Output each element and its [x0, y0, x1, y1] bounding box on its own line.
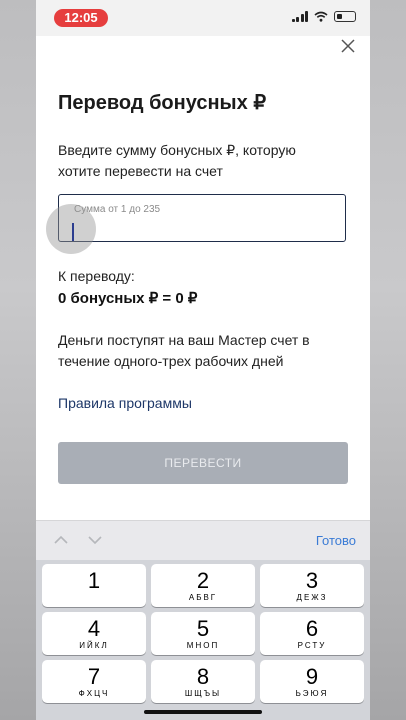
dialog-description: Введите сумму бонусных ₽, которую хотите… — [58, 142, 296, 179]
text-caret — [72, 223, 74, 241]
wifi-icon — [314, 11, 328, 22]
transfer-button[interactable]: ПЕРЕВЕСТИ — [58, 442, 348, 484]
status-bar: 12:05 — [36, 0, 370, 36]
key-6[interactable]: 6 РСТУ — [260, 612, 364, 655]
status-time: 12:05 — [54, 9, 108, 27]
key-1[interactable]: 1 — [42, 564, 146, 607]
phone-screen: 12:05 Перевод бонусных ₽ Введите сумму б… — [36, 0, 370, 720]
home-indicator — [144, 710, 262, 714]
transfer-label: К переводу: — [58, 268, 135, 284]
bonus-transfer-dialog: Перевод бонусных ₽ Введите сумму бонусны… — [36, 36, 370, 520]
chevron-up-icon[interactable] — [54, 533, 68, 547]
dialog-title: Перевод бонусных ₽ — [58, 92, 267, 114]
close-icon[interactable] — [340, 38, 356, 54]
key-7[interactable]: 7 ФХЦЧ — [42, 660, 146, 703]
touch-indicator — [46, 204, 96, 254]
blurred-background-right — [370, 0, 406, 720]
key-2[interactable]: 2 АБВГ — [151, 564, 255, 607]
blurred-background-left — [0, 0, 36, 720]
status-icons — [291, 11, 356, 22]
amount-input[interactable]: Сумма от 1 до 235 — [58, 194, 346, 242]
cellular-signal-icon — [291, 11, 308, 22]
key-8[interactable]: 8 ШЩЪЫ — [151, 660, 255, 703]
battery-icon — [334, 11, 356, 22]
numeric-keypad: 1 2 АБВГ 3 ДЕЖЗ 4 ИЙКЛ 5 МНОП 6 РСТУ 7 ФХЦЧ 8Ш… — [36, 560, 370, 720]
key-4[interactable]: 4 ИЙКЛ — [42, 612, 146, 655]
key-9[interactable]: 9 ЬЭЮЯ — [260, 660, 364, 703]
chevron-down-icon[interactable] — [88, 533, 102, 547]
delivery-note: Деньги поступят на ваш Мастер счет в теч… — [58, 332, 310, 369]
done-button[interactable]: Готово — [316, 533, 356, 548]
keyboard-toolbar: Готово — [36, 520, 370, 561]
key-3[interactable]: 3 ДЕЖЗ — [260, 564, 364, 607]
program-rules-link[interactable]: Правила программы — [58, 395, 192, 411]
transfer-value: 0 бонусных ₽ = 0 ₽ — [58, 290, 198, 307]
key-5[interactable]: 5 МНОП — [151, 612, 255, 655]
